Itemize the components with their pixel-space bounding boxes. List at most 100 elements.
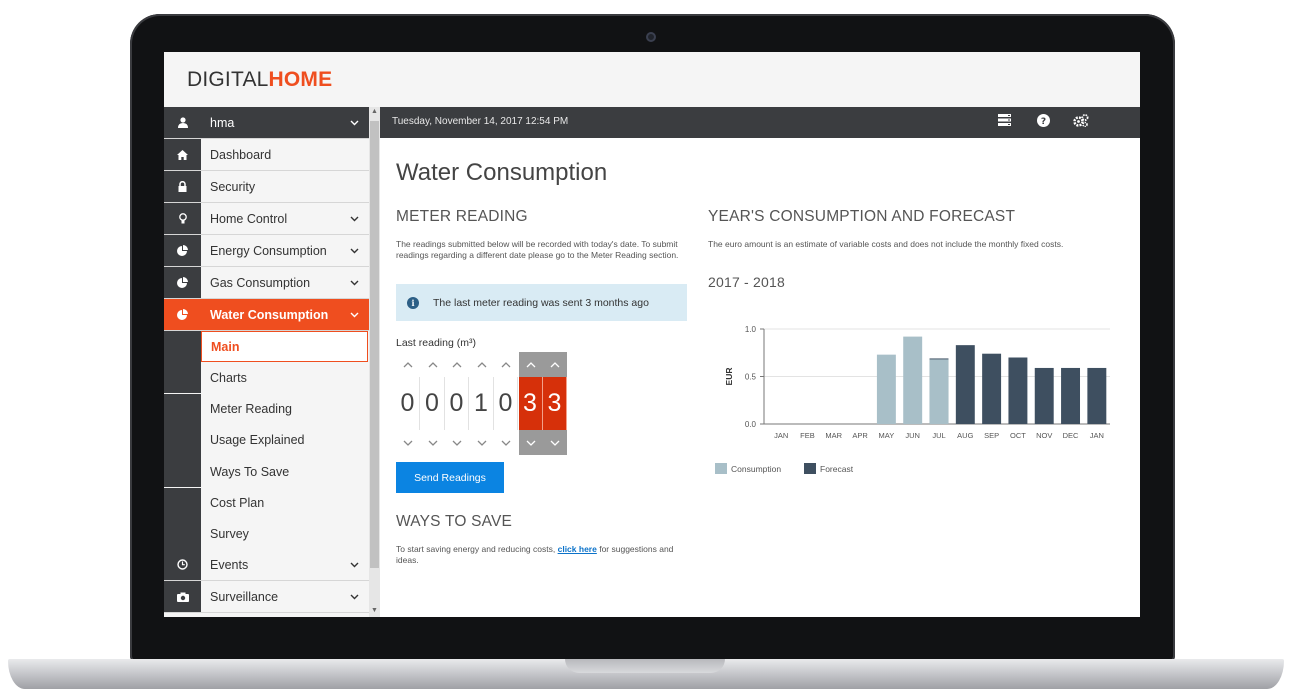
digit-up-chevron-icon[interactable] <box>494 352 518 377</box>
sidebar-item-home-control[interactable]: Home Control <box>164 203 369 235</box>
sidebar-item-label: Events <box>210 557 249 572</box>
submenu-item-cost-plan[interactable]: Cost Plan <box>164 487 369 519</box>
digit-down-chevron-icon[interactable] <box>445 430 469 455</box>
x-tick-label: JUL <box>932 431 945 440</box>
sidebar-item-gas-consumption[interactable]: Gas Consumption <box>164 267 369 299</box>
server-icon[interactable] <box>996 114 1012 129</box>
submenu-label: Main <box>201 331 368 362</box>
submenu-label: Usage Explained <box>210 433 305 448</box>
sidebar-item-security[interactable]: Security <box>164 171 369 203</box>
submenu-gutter <box>164 487 201 519</box>
submenu-label: Survey <box>210 527 249 542</box>
digit-up-chevron-icon[interactable] <box>518 352 543 377</box>
camera-icon <box>164 581 201 612</box>
chevron-down-icon <box>339 591 369 603</box>
digit-up-chevron-icon[interactable] <box>421 352 445 377</box>
sidebar-item-label: hma <box>210 115 235 130</box>
sidebar-item-events[interactable]: Events <box>164 549 369 581</box>
app-screen: DIGITALHOME hma Dashboard Security Home Con… <box>164 52 1140 617</box>
submenu-item-charts[interactable]: Charts <box>164 362 369 394</box>
x-tick-label: JAN <box>1090 431 1104 440</box>
bar-forecast[interactable] <box>1034 367 1054 424</box>
pie-chart-icon <box>164 267 201 298</box>
app-header: DIGITALHOME <box>164 52 1140 107</box>
bar-forecast[interactable] <box>982 353 1002 424</box>
digit-down-chevron-icon[interactable] <box>470 430 494 455</box>
forecast-heading: YEAR'S CONSUMPTION AND FORECAST <box>708 208 1016 225</box>
legend-consumption[interactable]: Consumption <box>715 463 781 474</box>
forecast-text: The euro amount is an estimate of variab… <box>708 239 1064 249</box>
legend-forecast[interactable]: Forecast <box>804 463 853 474</box>
digit-up-chevron-icon[interactable] <box>543 352 567 377</box>
bar-consumption[interactable] <box>876 354 896 424</box>
bar-forecast[interactable] <box>1087 367 1107 424</box>
lightbulb-icon <box>164 203 201 234</box>
chevron-down-icon <box>339 309 369 321</box>
digit-value[interactable]: 1 <box>469 377 494 430</box>
info-alert: i The last meter reading was sent 3 mont… <box>396 284 687 321</box>
digit-down-chevron-icon[interactable] <box>518 430 543 455</box>
digit-value[interactable]: 0 <box>445 377 469 430</box>
send-readings-button[interactable]: Send Readings <box>396 462 504 493</box>
submenu-gutter <box>164 331 201 362</box>
bar-consumption[interactable] <box>929 359 949 424</box>
bar-forecast[interactable] <box>1008 357 1028 425</box>
help-icon[interactable]: ? <box>1035 114 1051 130</box>
digit-value[interactable]: 0 <box>396 377 420 430</box>
bar-forecast[interactable] <box>1061 367 1081 424</box>
sidebar-item-dashboard[interactable]: Dashboard <box>164 139 369 171</box>
logo[interactable]: DIGITALHOME <box>187 68 332 92</box>
submenu-item-usage-explained[interactable]: Usage Explained <box>164 424 369 456</box>
digit-value[interactable]: 0 <box>494 377 518 430</box>
settings-icon[interactable] <box>1073 114 1089 130</box>
sidebar: hma Dashboard Security Home Control Energy C… <box>164 107 369 617</box>
digit-up-chevron-icon[interactable] <box>470 352 494 377</box>
digit-value[interactable]: 3 <box>518 377 543 430</box>
bar-consumption[interactable] <box>903 336 923 424</box>
digit-value[interactable]: 0 <box>420 377 445 430</box>
meter-digit: 3 <box>518 352 543 455</box>
clock-icon <box>164 549 201 580</box>
chevron-down-icon <box>339 559 369 571</box>
sidebar-scrollbar[interactable]: ▲ ▼ <box>369 107 380 617</box>
sidebar-item-surveillance[interactable]: Surveillance <box>164 581 369 613</box>
user-menu[interactable]: hma <box>164 107 369 139</box>
digit-value[interactable]: 3 <box>543 377 567 430</box>
ways-to-save-heading: WAYS TO SAVE <box>396 513 513 530</box>
camera-icon <box>646 32 656 42</box>
digit-up-chevron-icon[interactable] <box>396 352 420 377</box>
chevron-down-icon <box>339 213 369 225</box>
scroll-up-icon[interactable]: ▲ <box>369 108 380 115</box>
sidebar-item-water-consumption[interactable]: Water Consumption <box>164 299 369 331</box>
last-reading-label: Last reading (m³) <box>396 337 476 349</box>
info-icon: i <box>407 296 419 309</box>
digit-down-chevron-icon[interactable] <box>421 430 445 455</box>
x-tick-label: APR <box>852 431 868 440</box>
status-bar: Tuesday, November 14, 2017 12:54 PM ? <box>380 107 1140 138</box>
legend-swatch-forecast <box>804 463 816 474</box>
submenu-label: Ways To Save <box>210 464 290 479</box>
submenu-gutter <box>164 393 201 425</box>
scroll-thumb[interactable] <box>370 121 379 568</box>
digit-down-chevron-icon[interactable] <box>396 430 420 455</box>
submenu-item-ways-to-save[interactable]: Ways To Save <box>164 456 369 488</box>
svg-text:?: ? <box>1040 117 1045 127</box>
x-tick-label: JAN <box>774 431 788 440</box>
y-tick-label: 0.0 <box>745 420 757 429</box>
date-time: Tuesday, November 14, 2017 12:54 PM <box>392 116 569 127</box>
meter-digit: 0 <box>396 352 420 455</box>
submenu-item-main[interactable]: Main <box>164 331 369 362</box>
ways-to-save-text: To start saving energy and reducing cost… <box>396 544 674 565</box>
digit-down-chevron-icon[interactable] <box>543 430 567 455</box>
digit-up-chevron-icon[interactable] <box>445 352 469 377</box>
chevron-down-icon <box>339 245 369 257</box>
bar-forecast[interactable] <box>955 345 975 424</box>
submenu-item-meter-reading[interactable]: Meter Reading <box>164 393 369 425</box>
sidebar-item-energy-consumption[interactable]: Energy Consumption <box>164 235 369 267</box>
digit-down-chevron-icon[interactable] <box>494 430 518 455</box>
scroll-down-icon[interactable]: ▼ <box>369 607 380 614</box>
submenu-item-survey[interactable]: Survey <box>164 518 369 550</box>
x-tick-label: DEC <box>1063 431 1079 440</box>
legend-swatch-consumption <box>715 463 727 474</box>
click-here-link[interactable]: click here <box>558 544 597 554</box>
